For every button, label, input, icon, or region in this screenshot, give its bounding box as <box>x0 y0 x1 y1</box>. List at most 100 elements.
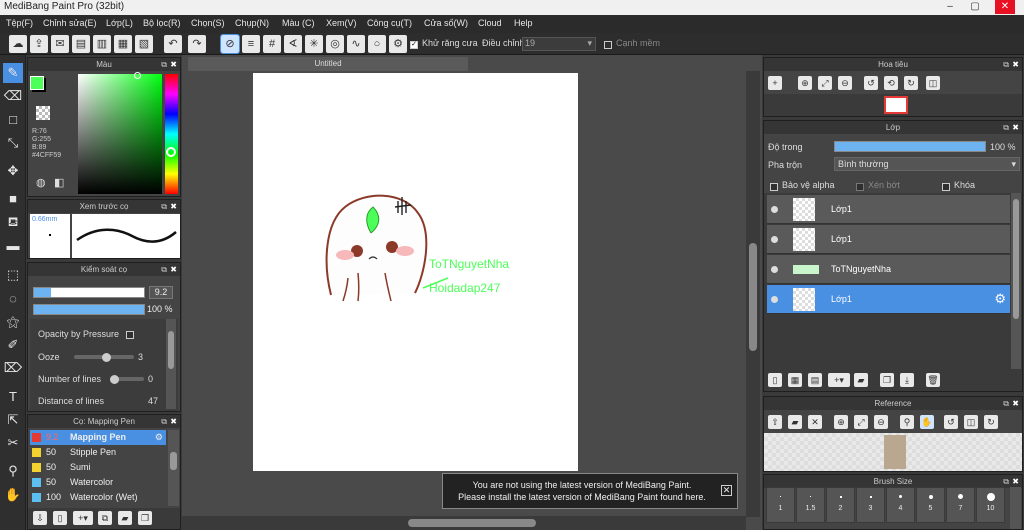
rotate-left-icon[interactable]: ↺ <box>864 76 878 90</box>
blend-select[interactable]: Bình thường ▾ <box>834 157 1020 171</box>
brush-tool-icon[interactable]: ✎ <box>3 63 23 83</box>
new-layer-icon[interactable]: ▯ <box>768 373 782 387</box>
lock-checkbox[interactable] <box>942 181 950 191</box>
update-notice[interactable]: You are not using the latest version of … <box>442 473 738 509</box>
open-file-icon[interactable]: ▰ <box>788 415 802 429</box>
color-sv-picker[interactable] <box>78 72 162 194</box>
select-rect-icon[interactable]: ⬚ <box>3 265 23 285</box>
document-icon[interactable]: ▤ <box>72 35 90 53</box>
brush-size-cell[interactable]: 2 <box>826 487 855 523</box>
close-icon[interactable]: ✖ <box>1012 58 1019 71</box>
close-icon[interactable]: ✖ <box>170 58 177 71</box>
close-icon[interactable]: ✖ <box>1012 121 1019 134</box>
zoom-in-alt-icon[interactable]: ⊕ <box>798 76 812 90</box>
new-8bit-layer-icon[interactable]: ▤ <box>808 373 822 387</box>
delete-layer-icon[interactable]: 🗑 <box>926 373 940 387</box>
menu-cloud[interactable]: Cloud <box>478 18 502 28</box>
size-value-input[interactable]: 9.2 <box>149 286 173 299</box>
antialias-checkbox[interactable]: ✓ <box>410 39 418 49</box>
brush-size-cell[interactable]: 1.5 <box>796 487 825 523</box>
clip-checkbox[interactable] <box>856 181 864 191</box>
visibility-eye-icon[interactable] <box>771 236 778 243</box>
layout-icon[interactable]: ▧ <box>135 35 153 53</box>
brush-size-cell[interactable]: 4 <box>886 487 915 523</box>
duplicate-icon[interactable]: ❐ <box>138 511 152 525</box>
ref-eyedropper-icon[interactable]: ⚲ <box>900 415 914 429</box>
notice-close-icon[interactable]: ✕ <box>721 485 732 496</box>
close-icon[interactable]: ✖ <box>170 263 177 276</box>
ref-rotate-right-icon[interactable]: ↻ <box>984 415 998 429</box>
folder-icon[interactable]: ▰ <box>118 511 132 525</box>
ref-zoom-in-icon[interactable]: ⊕ <box>834 415 848 429</box>
close-reference-icon[interactable]: ✕ <box>808 415 822 429</box>
opacity-pressure-checkbox[interactable] <box>126 329 134 339</box>
layer-row[interactable]: ToTNguyetNha <box>767 255 1010 284</box>
reference-image-area[interactable] <box>764 433 1022 471</box>
blur-tool-icon[interactable]: ⤡ <box>3 133 23 153</box>
brush-list-scrollbar[interactable] <box>168 430 179 506</box>
sv-cursor[interactable] <box>134 72 141 79</box>
comment-icon[interactable]: ✉ <box>51 35 69 53</box>
zoom-out-icon[interactable]: ⊖ <box>838 76 852 90</box>
lines-slider[interactable] <box>110 375 144 384</box>
close-icon[interactable]: ✖ <box>1012 397 1019 410</box>
grid-page-icon[interactable]: ▦ <box>114 35 132 53</box>
palette-icon[interactable]: ◍ <box>36 176 46 189</box>
opacity-slider[interactable] <box>33 304 145 315</box>
drawing-canvas[interactable]: ToTNguyetNha Hoidadap247 <box>253 73 578 471</box>
brush-size-cell[interactable]: 10 <box>976 487 1005 523</box>
gradient-tool-icon[interactable]: ▬ <box>3 236 23 256</box>
redo-icon[interactable]: ↷ <box>188 35 206 53</box>
radial-snap-icon[interactable]: ✳ <box>305 35 323 53</box>
hue-slider[interactable] <box>165 74 178 194</box>
undo-icon[interactable]: ↶ <box>164 35 182 53</box>
ref-fit-icon[interactable]: ⤢ <box>854 415 868 429</box>
add-layer-menu-icon[interactable]: +▾ <box>828 373 850 387</box>
menu-filter[interactable]: Bộ lọc(R) <box>143 18 181 28</box>
brush-size-cell[interactable]: 1 <box>766 487 795 523</box>
brush-size-cell[interactable]: 3 <box>856 487 885 523</box>
adjust-select[interactable]: 19 ▾ <box>522 37 596 51</box>
brush-item[interactable]: 50 Watercolor <box>30 475 166 490</box>
settings-gear-icon[interactable]: ⚙ <box>389 35 407 53</box>
zoom-in-icon[interactable]: + <box>768 76 782 90</box>
brush-item[interactable]: 9.2 Mapping Pen ⚙ <box>30 430 166 445</box>
canvas-horizontal-scrollbar[interactable] <box>182 516 746 530</box>
ref-rotate-left-icon[interactable]: ↺ <box>944 415 958 429</box>
new-brush-icon[interactable]: ▯ <box>53 511 67 525</box>
brush-size-cell[interactable]: 7 <box>946 487 975 523</box>
ref-zoom-out-icon[interactable]: ⊖ <box>874 415 888 429</box>
ellipse-snap-icon[interactable]: ○ <box>368 35 386 53</box>
vanish-snap-icon[interactable]: ∢ <box>284 35 302 53</box>
rotate-reset-icon[interactable]: ⟲ <box>884 76 898 90</box>
layer-settings-gear-icon[interactable]: ⚙ <box>994 291 1006 307</box>
snap-off-icon[interactable]: ⊘ <box>220 34 240 54</box>
menu-window[interactable]: Cửa số(W) <box>424 18 468 28</box>
shape-fill-icon[interactable]: ■ <box>3 189 23 209</box>
menu-tools[interactable]: Công cụ(T) <box>367 18 412 28</box>
export-icon[interactable]: ⇪ <box>30 35 48 53</box>
add-brush-icon[interactable]: +▾ <box>73 511 93 525</box>
fit-icon[interactable]: ⤢ <box>818 76 832 90</box>
layer-opacity-slider[interactable] <box>834 141 986 152</box>
operation-tool-icon[interactable]: ⇱ <box>3 410 23 430</box>
cloud-icon[interactable]: ☁ <box>9 35 27 53</box>
menu-edit[interactable]: Chỉnh sửa(E) <box>43 18 97 28</box>
visibility-eye-icon[interactable] <box>771 296 778 303</box>
bucket-tool-icon[interactable]: ⛾ <box>3 212 23 232</box>
close-icon[interactable]: ✖ <box>170 200 177 213</box>
menu-view[interactable]: Xem(V) <box>326 18 357 28</box>
brush-item[interactable]: 50 Sumi <box>30 460 166 475</box>
menu-snap[interactable]: Chụp(N) <box>235 18 269 28</box>
transparent-swatch[interactable] <box>36 106 50 120</box>
lines-knob[interactable] <box>110 375 119 384</box>
page-icon[interactable]: ▥ <box>93 35 111 53</box>
ref-flip-icon[interactable]: ◫ <box>964 415 978 429</box>
ooze-slider[interactable] <box>74 353 134 362</box>
cloud-open-icon[interactable]: ⇧ <box>768 415 782 429</box>
alpha-protect-checkbox[interactable] <box>770 181 778 191</box>
layer-row[interactable]: Lớp1 <box>767 195 1010 224</box>
close-window-button[interactable]: ✕ <box>995 0 1015 14</box>
swap-color-icon[interactable]: ◧ <box>54 176 64 189</box>
brush-item[interactable]: 50 Stipple Pen <box>30 445 166 460</box>
